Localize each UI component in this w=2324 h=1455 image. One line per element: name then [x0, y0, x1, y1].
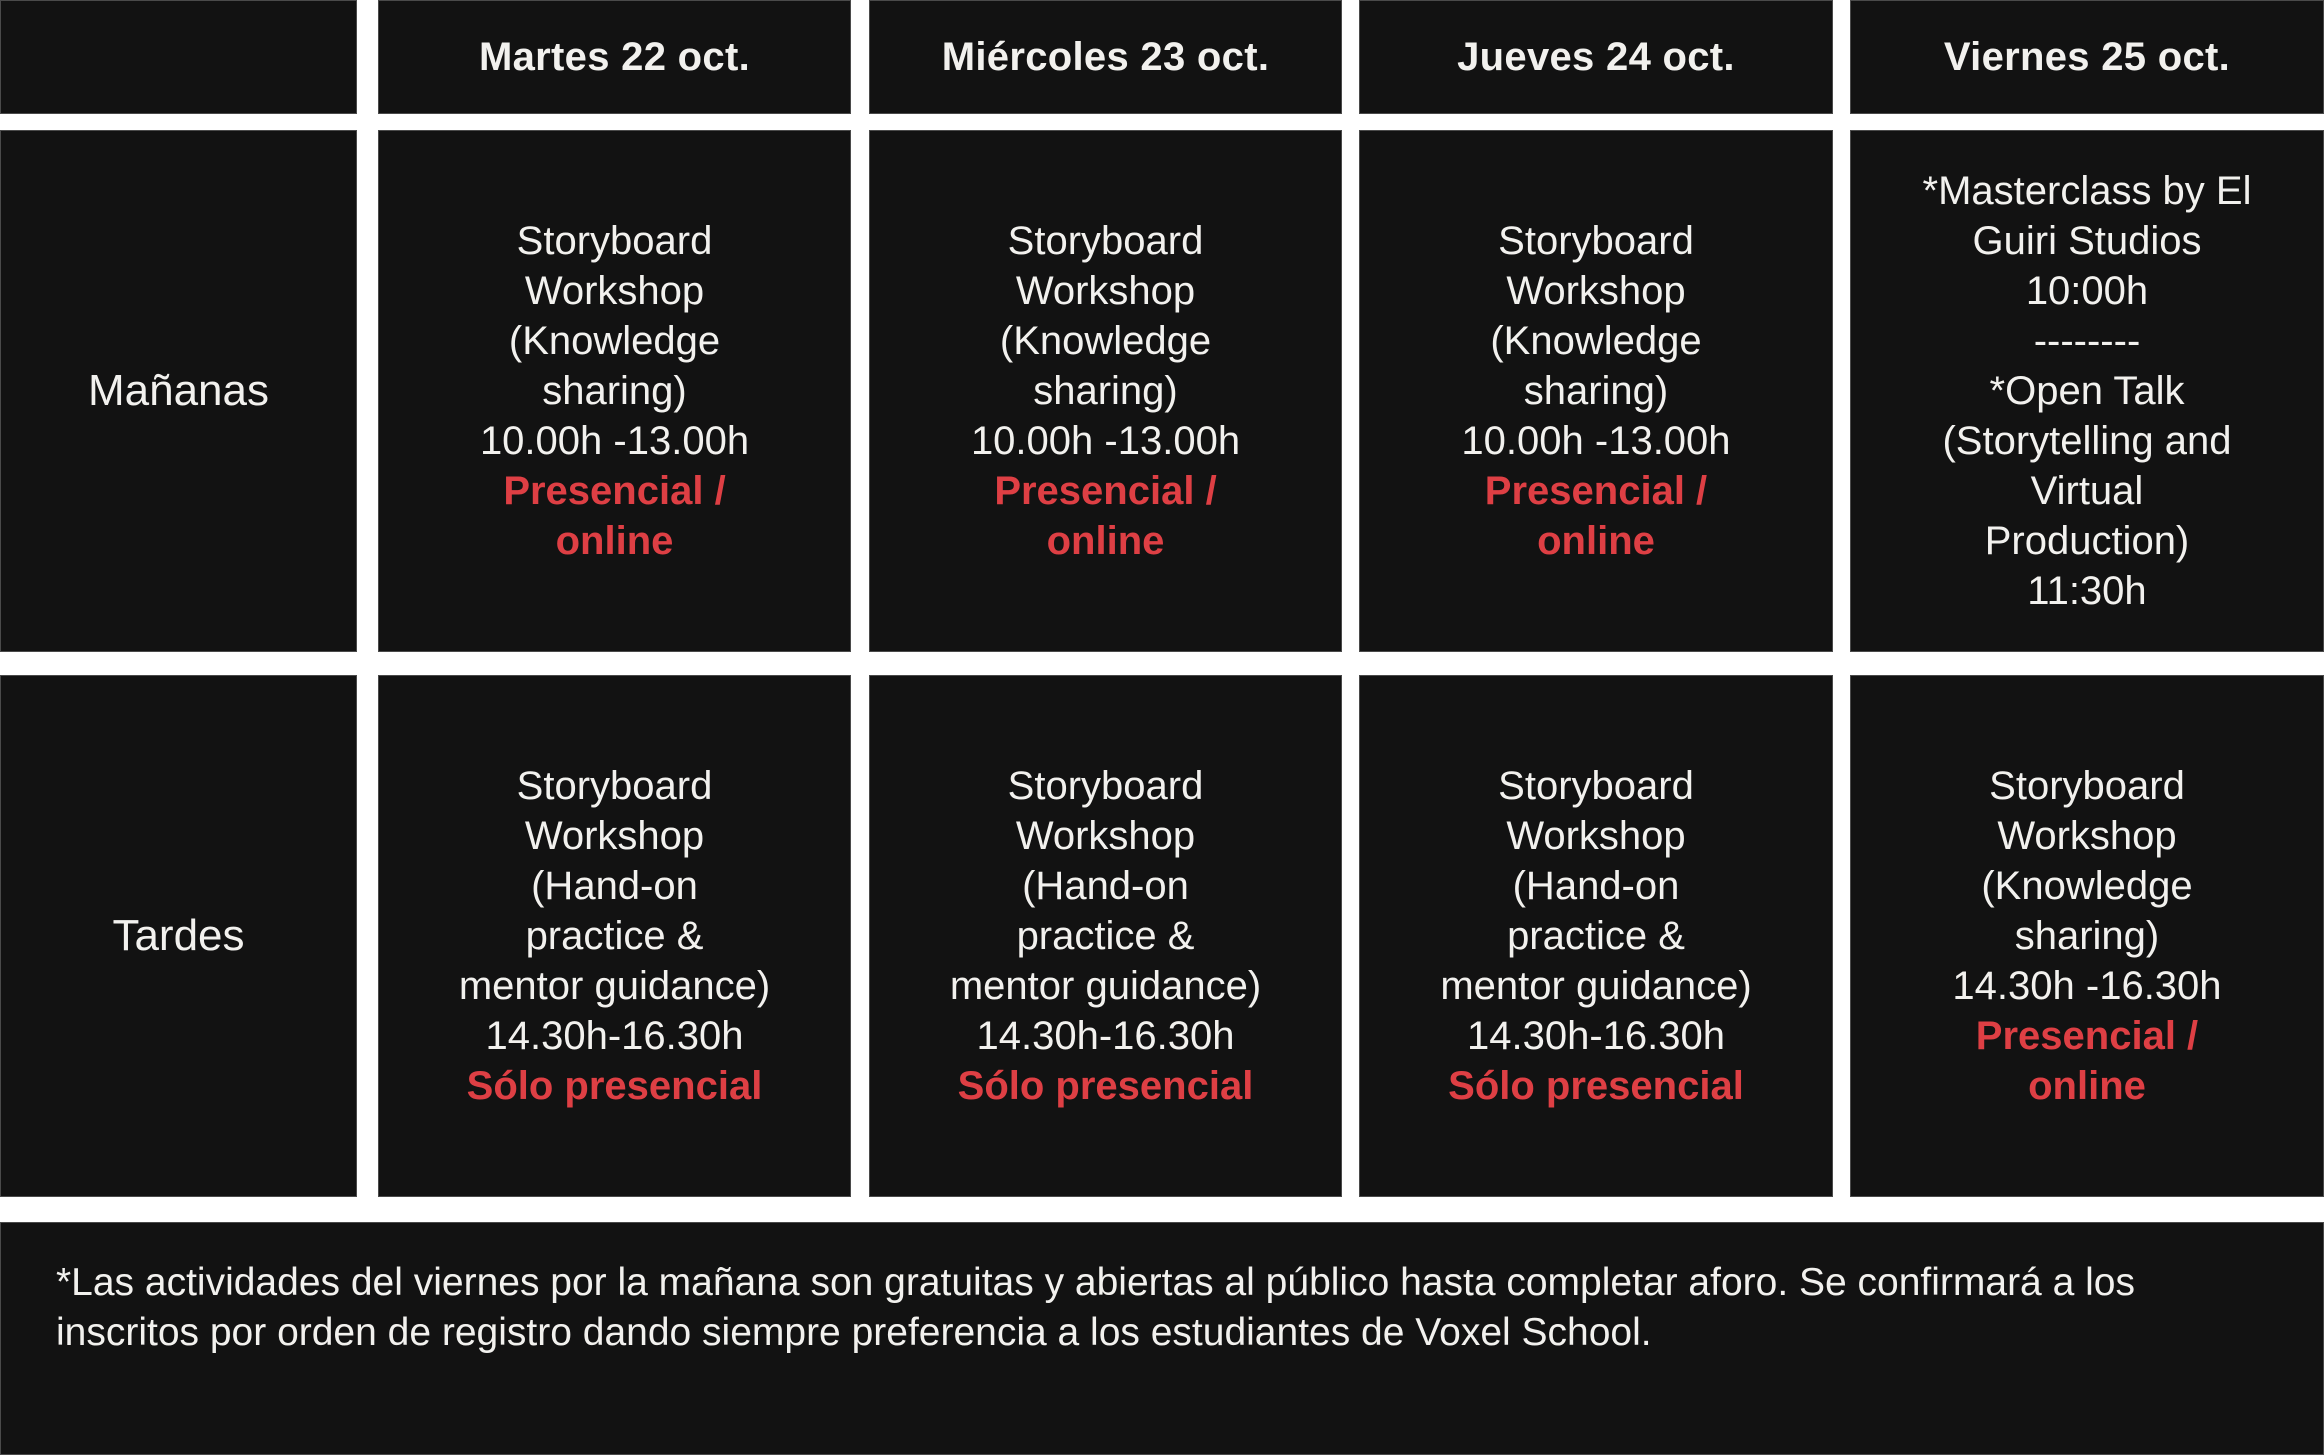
cell-content: Storyboard Workshop (Hand-on practice & ment…: [1379, 761, 1813, 1111]
day-header-jueves: Jueves 24 oct.: [1359, 0, 1833, 114]
session-text-line: Virtual: [2030, 469, 2144, 513]
schedule-cell: Storyboard Workshop (Hand-on practice & ment…: [378, 675, 851, 1197]
schedule-cell: Storyboard Workshop (Knowledge sharing) 10.0…: [869, 130, 1342, 652]
attendance-mode-label: Presencial /: [994, 469, 1217, 513]
session-text-line: Storyboard: [1007, 219, 1204, 263]
session-text-line: sharing): [1033, 369, 1178, 413]
session-text-line: Storyboard: [1989, 764, 2185, 808]
session-text-line: 14.30h -16.30h: [1952, 964, 2222, 1008]
session-text-line: (Storytelling and: [1942, 419, 2232, 463]
header-corner-cell: [0, 0, 357, 114]
day-header-label: Martes 22 oct.: [479, 34, 750, 79]
schedule-cell: Storyboard Workshop (Knowledge sharing) 10.0…: [1359, 130, 1833, 652]
schedule-cell: Storyboard Workshop (Hand-on practice & ment…: [1359, 675, 1833, 1197]
session-text-line: *Masterclass by El: [1922, 169, 2252, 213]
session-text-line: practice &: [1016, 914, 1195, 958]
schedule-cell: Storyboard Workshop (Knowledge sharing) 14.3…: [1850, 675, 2324, 1197]
session-text-line: Storyboard: [1498, 764, 1694, 808]
footer-note: *Las actividades del viernes por la maña…: [0, 1222, 2324, 1455]
session-text-line: 14.30h-16.30h: [1466, 1014, 1725, 1058]
day-header-martes: Martes 22 oct.: [378, 0, 851, 114]
session-text-line: sharing): [542, 369, 687, 413]
session-text-line: practice &: [1507, 914, 1685, 958]
attendance-mode-label: Presencial /: [1484, 469, 1708, 513]
session-text-line: (Knowledge: [508, 319, 721, 363]
attendance-mode-label: Presencial /: [1975, 1014, 2199, 1058]
session-text-line: (Knowledge: [999, 319, 1212, 363]
session-text-line: 10.00h -13.00h: [970, 419, 1241, 463]
day-header-label: Viernes 25 oct.: [1943, 34, 2231, 79]
session-text-line: mentor guidance): [949, 964, 1262, 1008]
attendance-mode-label: online: [1537, 519, 1655, 563]
session-text-line: (Knowledge: [1981, 864, 2193, 908]
session-text-line: sharing): [2014, 914, 2160, 958]
attendance-mode-label: Sólo presencial: [1448, 1064, 1744, 1108]
day-header-viernes: Viernes 25 oct.: [1850, 0, 2324, 114]
schedule-cell: Storyboard Workshop (Hand-on practice & ment…: [869, 675, 1342, 1197]
session-text-line: 11:30h: [2027, 569, 2147, 613]
cell-content: Storyboard Workshop (Hand-on practice & ment…: [398, 761, 831, 1111]
session-text-line: sharing): [1523, 369, 1669, 413]
session-text-line: Workshop: [524, 269, 705, 313]
session-text-line: Workshop: [1506, 814, 1686, 858]
attendance-mode-label: Sólo presencial: [957, 1064, 1254, 1108]
cell-content: Storyboard Workshop (Knowledge sharing) 10.0…: [1379, 216, 1813, 566]
attendance-mode-label: Sólo presencial: [466, 1064, 763, 1108]
cell-content: *Masterclass by El Guiri Studios 10:00h ---…: [1870, 166, 2304, 616]
session-text-line: Production): [1984, 519, 2190, 563]
session-text-line: (Hand-on: [1512, 864, 1680, 908]
session-text-line: Workshop: [524, 814, 705, 858]
session-text-line: Storyboard: [1007, 764, 1204, 808]
session-text-line: Storyboard: [516, 219, 713, 263]
session-text-line: 14.30h-16.30h: [976, 1014, 1235, 1058]
attendance-mode-label: online: [555, 519, 674, 563]
session-text-line: (Knowledge: [1490, 319, 1702, 363]
session-text-line: *Open Talk: [1989, 369, 2185, 413]
day-header-label: Miércoles 23 oct.: [941, 34, 1270, 79]
session-text-line: mentor guidance): [1440, 964, 1752, 1008]
row-label-text: Mañanas: [87, 366, 269, 415]
row-label-tardes: Tardes: [0, 675, 357, 1197]
session-text-line: --------: [2033, 319, 2141, 363]
attendance-mode-label: online: [1046, 519, 1165, 563]
cell-content: Storyboard Workshop (Knowledge sharing) 10.0…: [398, 216, 831, 566]
session-text-line: (Hand-on: [1022, 864, 1189, 908]
session-text-line: practice &: [525, 914, 704, 958]
cell-content: Storyboard Workshop (Hand-on practice & ment…: [889, 761, 1322, 1111]
session-text-line: 14.30h-16.30h: [485, 1014, 744, 1058]
session-text-line: Workshop: [1015, 814, 1196, 858]
row-label-text: Tardes: [112, 911, 245, 960]
session-text-line: Guiri Studios: [1972, 219, 2202, 263]
footer-note-text: *Las actividades del viernes por la maña…: [56, 1261, 2135, 1354]
session-text-line: Workshop: [1506, 269, 1686, 313]
schedule-cell: *Masterclass by El Guiri Studios 10:00h ---…: [1850, 130, 2324, 652]
cell-content: Storyboard Workshop (Knowledge sharing) 10.0…: [889, 216, 1322, 566]
session-text-line: Workshop: [1997, 814, 2177, 858]
session-text-line: 10:00h: [2025, 269, 2149, 313]
session-text-line: mentor guidance): [458, 964, 771, 1008]
session-text-line: (Hand-on: [531, 864, 698, 908]
attendance-mode-label: Presencial /: [503, 469, 726, 513]
session-text-line: Storyboard: [1498, 219, 1694, 263]
schedule-cell: Storyboard Workshop (Knowledge sharing) 10.0…: [378, 130, 851, 652]
session-text-line: 10.00h -13.00h: [479, 419, 750, 463]
row-label-mananas: Mañanas: [0, 130, 357, 652]
cell-content: Storyboard Workshop (Knowledge sharing) 14.3…: [1870, 761, 2304, 1111]
attendance-mode-label: online: [2028, 1064, 2146, 1108]
session-text-line: 10.00h -13.00h: [1461, 419, 1731, 463]
day-header-label: Jueves 24 oct.: [1457, 34, 1735, 79]
day-header-miercoles: Miércoles 23 oct.: [869, 0, 1342, 114]
session-text-line: Storyboard: [516, 764, 713, 808]
session-text-line: Workshop: [1015, 269, 1196, 313]
